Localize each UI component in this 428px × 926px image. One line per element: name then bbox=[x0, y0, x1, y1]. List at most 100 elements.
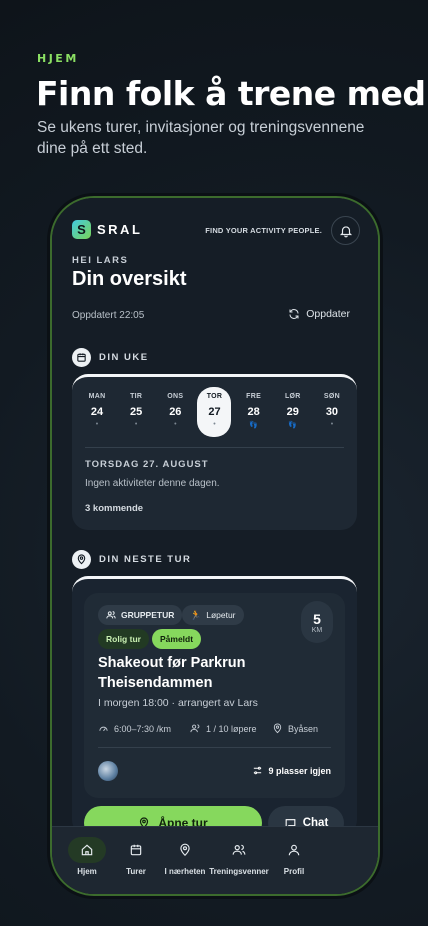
pace-meta: 6:00–7:30 /km bbox=[98, 723, 171, 734]
runners-text: 1 / 10 løpere bbox=[206, 723, 257, 734]
day-tue[interactable]: TIR 25 • bbox=[119, 387, 153, 437]
day-date: 24 bbox=[90, 406, 104, 418]
divider bbox=[98, 747, 331, 748]
refresh-button[interactable]: Oppdater bbox=[288, 308, 350, 320]
pace-text: 6:00–7:30 /km bbox=[114, 723, 172, 734]
avatar bbox=[98, 761, 118, 781]
next-trip-heading: DIN NESTE TUR bbox=[99, 554, 192, 565]
tab-label: Turer bbox=[126, 867, 146, 876]
day-mon[interactable]: MAN 24 • bbox=[80, 387, 114, 437]
day-date: 26 bbox=[169, 406, 182, 418]
day-date: 29 bbox=[286, 406, 299, 418]
day-name: ONS bbox=[167, 393, 184, 400]
chip-label: GRUPPETUR bbox=[121, 610, 175, 620]
tab-label: Treningsvenner bbox=[209, 867, 269, 876]
location-text: Byåsen bbox=[288, 723, 319, 734]
trip-subtitle: I morgen 18:00 · arrangert av Lars bbox=[98, 697, 258, 709]
brand-name: SRAL bbox=[97, 222, 143, 237]
distance-badge: 5 KM bbox=[301, 601, 333, 643]
spots-left: 9 plasser igjen bbox=[252, 765, 331, 776]
app-logo-icon: S bbox=[72, 220, 91, 239]
phone-frame: S SRAL FIND YOUR ACTIVITY PEOPLE. HEI LA… bbox=[50, 196, 380, 896]
app-header: S SRAL FIND YOUR ACTIVITY PEOPLE. bbox=[72, 216, 360, 250]
week-days: MAN 24 • TIR 25 • ONS 26 • TOR 27 • FRE 28 👣 LØR 29… bbox=[80, 387, 349, 439]
day-date: 30 bbox=[325, 406, 339, 418]
week-heading: DIN UKE bbox=[99, 352, 149, 363]
bell-icon bbox=[339, 225, 352, 237]
people-icon bbox=[220, 837, 258, 863]
location-meta: Byåsen bbox=[272, 723, 318, 734]
selected-date-label: TORSDAG 27. AUGUST bbox=[85, 459, 209, 470]
chip-label: Løpetur bbox=[206, 610, 236, 620]
tab-profile[interactable]: Profil bbox=[264, 837, 324, 876]
spots-text: 9 plasser igjen bbox=[268, 765, 331, 776]
runners-meta: 1 / 10 løpere bbox=[190, 723, 257, 734]
day-date: 27 bbox=[208, 406, 221, 418]
tab-label: Profil bbox=[283, 867, 305, 876]
location-pin-icon bbox=[72, 550, 91, 569]
pace-chip: Rolig tur bbox=[98, 629, 149, 649]
day-name: LØR bbox=[284, 393, 301, 400]
day-name: MAN bbox=[88, 393, 106, 400]
upcoming-link[interactable]: 3 kommende bbox=[85, 503, 143, 514]
day-sun[interactable]: SØN 30 • bbox=[315, 387, 349, 437]
runner-icon: 🏃 bbox=[190, 609, 202, 620]
trip-title: Shakeout før Parkrun Theisendammen bbox=[98, 655, 246, 691]
updated-timestamp: Oppdatert 22:05 bbox=[72, 310, 145, 321]
trip-details[interactable]: GRUPPETUR 🏃 Løpetur Rolig tur Påmeldt 5 … bbox=[84, 593, 345, 798]
day-marker: • bbox=[134, 421, 138, 428]
day-marker: • bbox=[330, 421, 334, 428]
tagline: FIND YOUR ACTIVITY PEOPLE. bbox=[205, 226, 322, 235]
week-card: MAN 24 • TIR 25 • ONS 26 • TOR 27 • FRE 28 👣 LØR 29… bbox=[72, 374, 357, 530]
week-section-header: DIN UKE bbox=[72, 348, 149, 367]
day-marker: • bbox=[213, 421, 216, 428]
status-badge: Påmeldt bbox=[152, 629, 202, 649]
home-icon bbox=[68, 837, 106, 863]
headline: Finn folk å trene med bbox=[36, 74, 426, 113]
location-pin-icon bbox=[273, 723, 282, 734]
distance-value: 5 bbox=[313, 610, 321, 627]
day-name: FRE bbox=[246, 393, 262, 400]
day-date: 25 bbox=[130, 406, 143, 418]
divider bbox=[85, 447, 344, 448]
footsteps-icon: 👣 bbox=[288, 422, 298, 429]
day-name: SØN bbox=[323, 393, 340, 400]
next-trip-section-header: DIN NESTE TUR bbox=[72, 550, 191, 569]
day-marker: • bbox=[174, 421, 177, 428]
tab-label: Hjem bbox=[77, 867, 97, 876]
day-date: 28 bbox=[247, 406, 260, 418]
day-name: TOR bbox=[206, 393, 223, 400]
refresh-label: Oppdater bbox=[306, 308, 350, 320]
people-icon bbox=[190, 724, 200, 733]
next-trip-card: GRUPPETUR 🏃 Løpetur Rolig tur Påmeldt 5 … bbox=[72, 576, 357, 840]
greeting: HEI LARS bbox=[72, 255, 129, 266]
footsteps-icon: 👣 bbox=[249, 422, 258, 429]
empty-day-text: Ingen aktiviteter denne dagen. bbox=[85, 478, 220, 489]
day-fri[interactable]: FRE 28 👣 bbox=[237, 387, 271, 437]
tab-nearby[interactable]: I nærheten bbox=[155, 837, 215, 876]
app-screen: S SRAL FIND YOUR ACTIVITY PEOPLE. HEI LA… bbox=[52, 198, 378, 894]
activity-chip: 🏃 Løpetur bbox=[182, 605, 244, 625]
calendar-icon bbox=[72, 348, 91, 367]
day-sat[interactable]: LØR 29 👣 bbox=[276, 387, 310, 437]
notifications-button[interactable] bbox=[331, 216, 360, 245]
group-trip-chip: GRUPPETUR bbox=[98, 605, 183, 625]
day-thu-selected[interactable]: TOR 27 • bbox=[197, 387, 232, 437]
location-pin-icon bbox=[166, 837, 204, 863]
day-marker: • bbox=[95, 421, 99, 428]
person-icon bbox=[275, 837, 313, 863]
tab-label: I nærheten bbox=[164, 867, 206, 876]
people-icon bbox=[106, 611, 116, 619]
refresh-icon bbox=[289, 309, 299, 319]
bottom-tab-bar: Hjem Turer I nærheten Treningsvenner Pro… bbox=[52, 826, 378, 894]
day-name: TIR bbox=[130, 393, 143, 400]
page-title: Din oversikt bbox=[72, 268, 187, 290]
subline: Se ukens turer, invitasjoner og trenings… bbox=[37, 119, 365, 157]
calendar-icon bbox=[117, 837, 155, 863]
speedometer-icon bbox=[99, 726, 108, 732]
tab-training-buddies[interactable]: Treningsvenner bbox=[209, 837, 269, 876]
eyebrow-label: HJEM bbox=[37, 52, 79, 65]
distance-unit: KM bbox=[311, 626, 323, 634]
sliders-icon bbox=[254, 766, 262, 775]
day-wed[interactable]: ONS 26 • bbox=[158, 387, 192, 437]
